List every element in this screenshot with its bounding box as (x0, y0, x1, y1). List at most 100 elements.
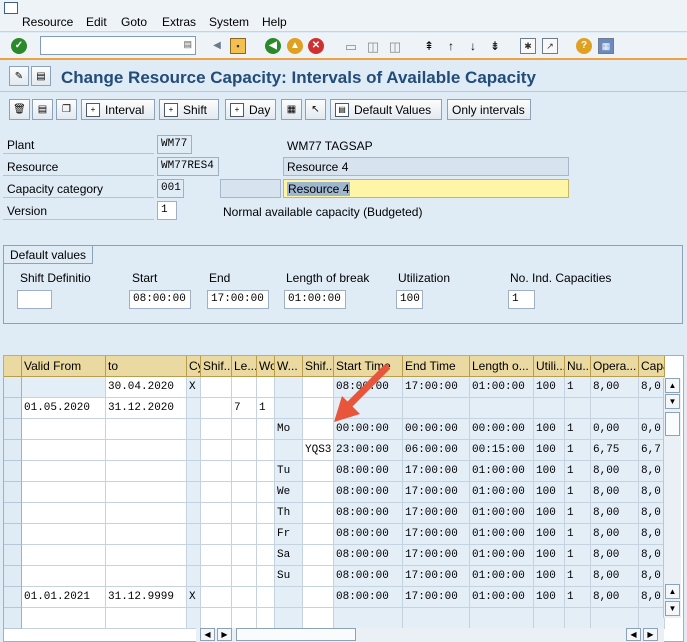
cell-valid-to[interactable] (106, 461, 187, 482)
find-icon[interactable]: ◫ (365, 38, 381, 54)
print-icon[interactable]: ▭ (343, 38, 359, 54)
cell-workday[interactable] (257, 587, 275, 608)
cell-shift-def[interactable] (201, 419, 232, 440)
column-header-valid-to[interactable]: to (106, 356, 187, 377)
row-selector[interactable] (4, 461, 22, 482)
start-input[interactable]: 08:00:00 (129, 290, 191, 309)
cell-length[interactable] (232, 545, 257, 566)
cell-length[interactable] (232, 566, 257, 587)
next-page-icon[interactable]: ↓ (465, 38, 481, 54)
find-next-icon[interactable]: ◫ (387, 38, 403, 54)
column-header-valid-from[interactable]: Valid From (22, 356, 106, 377)
scroll-left-icon[interactable]: ◀ (200, 628, 215, 641)
default-values-button[interactable]: ▤ Default Values (330, 99, 442, 120)
cell-shift-def[interactable] (201, 440, 232, 461)
cell-shift-def[interactable] (201, 503, 232, 524)
cell-shift[interactable] (303, 566, 334, 587)
cell-valid-from[interactable] (22, 524, 106, 545)
cell-length[interactable] (232, 377, 257, 398)
cell-shift[interactable] (303, 482, 334, 503)
cell-shift-def[interactable] (201, 377, 232, 398)
menu-help[interactable]: Help (262, 15, 287, 29)
cell-shift-def[interactable] (201, 482, 232, 503)
back-icon[interactable]: ◀ (265, 38, 281, 54)
row-selector[interactable] (4, 545, 22, 566)
cell-workday[interactable] (257, 440, 275, 461)
cell-valid-from[interactable] (22, 545, 106, 566)
delete-icon[interactable]: 🗑 (9, 99, 30, 120)
details-icon[interactable]: ▤ (32, 99, 53, 120)
cell-length[interactable] (232, 608, 257, 629)
last-page-icon[interactable]: ⇟ (487, 38, 503, 54)
system-menu-icon[interactable] (4, 2, 18, 14)
calendar-icon[interactable]: ▦ (281, 99, 302, 120)
cell-shift[interactable] (303, 587, 334, 608)
column-header-shift-def[interactable]: Shif... (201, 356, 232, 377)
utilization-input[interactable]: 100 (396, 290, 423, 309)
cell-workday[interactable] (257, 461, 275, 482)
scroll-up-icon[interactable]: ▲ (665, 378, 680, 393)
row-selector[interactable] (4, 419, 22, 440)
cell-valid-to[interactable] (106, 524, 187, 545)
cell-length[interactable] (232, 524, 257, 545)
scroll-right-icon[interactable]: ▶ (643, 628, 658, 641)
cell-shift-def[interactable] (201, 587, 232, 608)
menu-extras[interactable]: Extras (162, 15, 196, 29)
scroll-thumb[interactable] (665, 412, 680, 436)
chevron-left-icon[interactable]: ◀ (209, 38, 225, 54)
cell-valid-to[interactable] (106, 440, 187, 461)
save-icon[interactable]: ▪ (230, 38, 246, 54)
menu-edit[interactable]: Edit (86, 15, 107, 29)
cell-shift[interactable]: YQS3 (303, 440, 334, 461)
command-dropdown-icon[interactable]: ▤ (183, 39, 192, 50)
cell-valid-to[interactable] (106, 566, 187, 587)
row-selector[interactable] (4, 440, 22, 461)
cell-workday[interactable]: 1 (257, 398, 275, 419)
column-header-capacity[interactable]: Capa (639, 356, 665, 377)
exit-icon[interactable]: ▲ (287, 38, 303, 54)
cell-shift[interactable] (303, 503, 334, 524)
cell-length[interactable] (232, 587, 257, 608)
row-selector[interactable] (4, 503, 22, 524)
vertical-scrollbar[interactable]: ▲ ▼ ▲ ▼ (663, 378, 681, 618)
cell-length[interactable] (232, 461, 257, 482)
cell-valid-to[interactable] (106, 608, 187, 629)
previous-page-icon[interactable]: ↑ (443, 38, 459, 54)
cell-workday[interactable] (257, 503, 275, 524)
cell-workday[interactable] (257, 566, 275, 587)
cancel-icon[interactable]: ✕ (308, 38, 324, 54)
interval-button[interactable]: + Interval (81, 99, 155, 120)
only-intervals-button[interactable]: Only intervals (447, 99, 531, 120)
display-change-icon[interactable]: ✎ (9, 66, 29, 86)
cell-workday[interactable] (257, 419, 275, 440)
cell-workday[interactable] (257, 524, 275, 545)
cell-valid-from[interactable] (22, 419, 106, 440)
cell-shift-def[interactable] (201, 461, 232, 482)
page-right-icon[interactable]: ◀ (626, 628, 641, 641)
horizontal-scroll-thumb[interactable] (236, 628, 356, 641)
cell-shift-def[interactable] (201, 398, 232, 419)
cell-shift-def[interactable] (201, 608, 232, 629)
cell-workday[interactable] (257, 545, 275, 566)
cell-valid-to[interactable] (106, 503, 187, 524)
menu-goto[interactable]: Goto (121, 15, 147, 29)
cell-valid-from[interactable] (22, 482, 106, 503)
select-cursor-icon[interactable]: ↖ (305, 99, 326, 120)
command-field[interactable]: ▤ (40, 36, 196, 55)
cell-valid-from[interactable]: 01.05.2020 (22, 398, 106, 419)
shift-button[interactable]: + Shift (159, 99, 219, 120)
layout-menu-icon[interactable]: ▦ (598, 38, 614, 54)
column-header-workday[interactable]: Wo (257, 356, 275, 377)
column-header-operating-time[interactable]: Opera... (591, 356, 639, 377)
cell-length[interactable] (232, 440, 257, 461)
help-icon[interactable]: ? (576, 38, 592, 54)
column-header-end-time[interactable]: End Time (403, 356, 470, 377)
column-header-cycle[interactable]: Cy (187, 356, 201, 377)
row-selector[interactable] (4, 608, 22, 629)
column-header-break-length[interactable]: Length o... (470, 356, 534, 377)
cell-shift[interactable] (303, 461, 334, 482)
cell-valid-from[interactable] (22, 608, 106, 629)
new-session-icon[interactable]: ✱ (520, 38, 536, 54)
first-page-icon[interactable]: ⇞ (421, 38, 437, 54)
cell-shift[interactable] (303, 545, 334, 566)
